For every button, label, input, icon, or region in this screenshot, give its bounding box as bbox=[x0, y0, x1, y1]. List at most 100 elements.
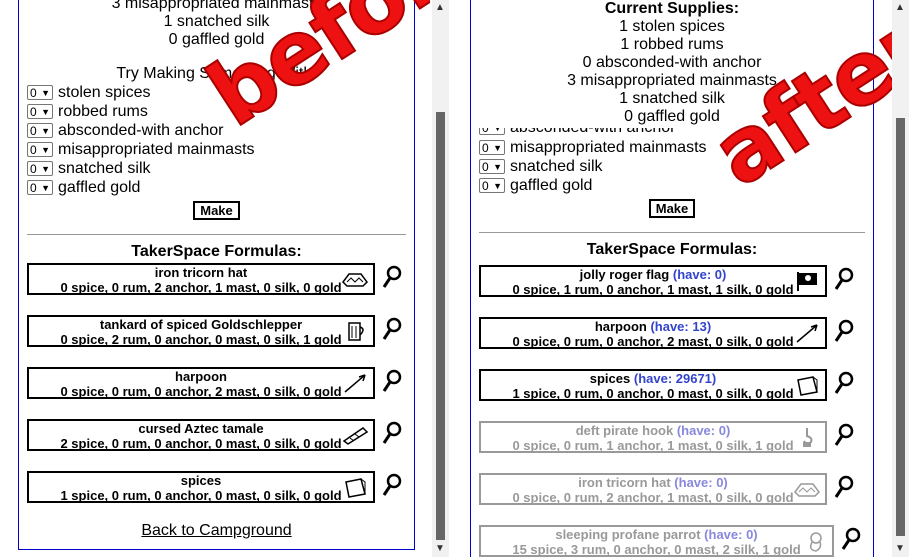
magnifier-icon[interactable] bbox=[834, 371, 854, 395]
ingredient-label: absconded-with anchor bbox=[510, 128, 675, 136]
hat-icon bbox=[794, 483, 820, 497]
quantity-select[interactable]: 0▼ bbox=[479, 140, 505, 155]
ingredient-label: stolen spices bbox=[58, 83, 151, 101]
formula-recipe: 0 spice, 0 rum, 0 anchor, 2 mast, 0 silk… bbox=[60, 384, 342, 399]
ingredient-label: snatched silk bbox=[58, 159, 151, 177]
right-scrollbar[interactable]: ▲ ▼ bbox=[892, 0, 909, 557]
magnifier-icon[interactable] bbox=[382, 369, 402, 393]
quantity-select[interactable]: 0▼ bbox=[27, 85, 53, 100]
ingredient-row: 0 ▼ snatched silk bbox=[479, 157, 873, 176]
formula-recipe: 15 spice, 3 rum, 0 anchor, 0 mast, 2 sil… bbox=[512, 542, 801, 557]
magnifier-icon[interactable] bbox=[834, 475, 854, 499]
make-button[interactable]: Make bbox=[193, 201, 240, 220]
have-count: (have: 13) bbox=[650, 319, 712, 334]
magnifier-icon[interactable] bbox=[834, 267, 854, 291]
try-making-title: Try Making Something With: bbox=[116, 65, 317, 82]
ingredient-list: 0 ▼ stolen spices 0 ▼ robbed rums 0 ▼ absconde… bbox=[27, 83, 414, 197]
magnifier-icon[interactable] bbox=[834, 319, 854, 343]
magnifier-icon[interactable] bbox=[382, 473, 402, 497]
before-panel: 3 misappropriated mainmasts 1 snatched s… bbox=[0, 0, 430, 557]
back-to-campground-link[interactable]: Back to Campground bbox=[141, 522, 291, 539]
supply-line: 1 robbed rums bbox=[620, 36, 724, 53]
have-count: (have: 0) bbox=[672, 267, 727, 282]
formula-card[interactable]: harpoon (have: 13) 0 spice, 0 rum, 0 anc… bbox=[479, 317, 827, 349]
have-count: (have: 0) bbox=[704, 527, 758, 542]
ingredient-label: misappropriated mainmasts bbox=[58, 140, 255, 158]
scrolled-clipped-row: 0▼ absconded-with anchor bbox=[479, 128, 873, 136]
supply-line: 1 snatched silk bbox=[163, 13, 270, 30]
current-supplies-title: Current Supplies: bbox=[604, 0, 740, 17]
formula-name: harpoon bbox=[594, 319, 647, 334]
magnifier-icon[interactable] bbox=[382, 421, 402, 445]
formula-recipe: 0 spice, 0 rum, 1 anchor, 1 mast, 0 silk… bbox=[512, 438, 794, 453]
left-content-frame: 3 misappropriated mainmasts 1 snatched s… bbox=[18, 0, 415, 550]
formula-card-disabled[interactable]: iron tricorn hat (have: 0) 0 spice, 0 ru… bbox=[479, 473, 827, 505]
quantity-select[interactable]: 0▼ bbox=[479, 159, 505, 174]
scroll-down-icon[interactable]: ▼ bbox=[895, 543, 905, 554]
ingredient-label: robbed rums bbox=[58, 102, 148, 120]
chevron-down-icon: ▼ bbox=[41, 163, 50, 174]
quantity-select[interactable]: 0▼ bbox=[479, 178, 505, 193]
formula-card[interactable]: jolly roger flag (have: 0) 0 spice, 1 ru… bbox=[479, 265, 827, 297]
formula-card[interactable]: cursed Aztec tamale 2 spice, 0 rum, 0 an… bbox=[27, 419, 375, 451]
tamale-icon bbox=[342, 427, 369, 445]
left-scrollbar[interactable]: ▲ ▼ bbox=[432, 0, 449, 557]
tankard-icon bbox=[348, 322, 364, 341]
supply-line: 3 misappropriated mainmasts bbox=[567, 72, 777, 89]
spice-bag-icon bbox=[345, 478, 366, 498]
formula-name: iron tricorn hat bbox=[154, 265, 248, 280]
have-count: (have: 29671) bbox=[633, 371, 717, 386]
supply-line: 0 gaffled gold bbox=[168, 31, 265, 48]
scroll-up-icon[interactable]: ▲ bbox=[435, 2, 445, 13]
quantity-select[interactable]: 0▼ bbox=[27, 104, 53, 119]
formula-card-disabled[interactable]: deft pirate hook (have: 0) 0 spice, 0 ru… bbox=[479, 421, 827, 453]
formula-card-disabled[interactable]: sleeping profane parrot (have: 0) 15 spi… bbox=[479, 525, 834, 557]
chevron-down-icon: ▼ bbox=[41, 182, 50, 193]
scroll-thumb[interactable] bbox=[896, 118, 905, 536]
supply-line: 3 misappropriated mainmasts bbox=[111, 0, 322, 12]
magnifier-icon[interactable] bbox=[841, 527, 861, 551]
quantity-select[interactable]: 0▼ bbox=[27, 142, 53, 157]
harpoon-icon bbox=[796, 324, 818, 343]
hat-icon bbox=[342, 273, 368, 287]
formula-card[interactable]: harpoon 0 spice, 0 rum, 0 anchor, 2 mast… bbox=[27, 367, 375, 399]
formula-recipe: 1 spice, 0 rum, 0 anchor, 0 mast, 0 silk… bbox=[512, 386, 794, 401]
scroll-down-icon[interactable]: ▼ bbox=[435, 543, 445, 554]
supply-line: 0 gaffled gold bbox=[624, 108, 720, 125]
quantity-select[interactable]: 0▼ bbox=[27, 161, 53, 176]
parrot-icon bbox=[809, 532, 822, 552]
ingredient-row: 0 ▼ misappropriated mainmasts bbox=[479, 138, 873, 157]
quantity-select[interactable]: 0▼ bbox=[27, 180, 53, 195]
formula-card[interactable]: iron tricorn hat 0 spice, 0 rum, 2 ancho… bbox=[27, 263, 375, 295]
formula-recipe: 0 spice, 0 rum, 2 anchor, 1 mast, 0 silk… bbox=[60, 280, 342, 295]
formula-name: iron tricorn hat bbox=[578, 475, 671, 490]
scroll-up-icon[interactable]: ▲ bbox=[895, 2, 905, 13]
scroll-thumb[interactable] bbox=[436, 112, 445, 540]
formulas-title: TakerSpace Formulas: bbox=[131, 243, 302, 260]
hook-icon bbox=[803, 428, 813, 447]
chevron-down-icon: ▼ bbox=[493, 128, 502, 133]
formula-name: sleeping profane parrot bbox=[555, 527, 701, 542]
ingredient-row: 0 ▼ misappropriated mainmasts bbox=[27, 140, 414, 159]
magnifier-icon[interactable] bbox=[834, 423, 854, 447]
quantity-select[interactable]: 0▼ bbox=[27, 123, 53, 138]
formula-card[interactable]: spices 1 spice, 0 rum, 0 anchor, 0 mast,… bbox=[27, 471, 375, 503]
supply-line: 1 snatched silk bbox=[619, 90, 725, 107]
have-count: (have: 0) bbox=[676, 423, 731, 438]
formula-recipe: 1 spice, 0 rum, 0 anchor, 0 mast, 0 silk… bbox=[60, 488, 342, 503]
ingredient-row: 0 ▼ absconded-with anchor bbox=[27, 121, 414, 140]
make-button[interactable]: Make bbox=[648, 199, 696, 218]
formula-recipe: 0 spice, 0 rum, 0 anchor, 2 mast, 0 silk… bbox=[512, 334, 794, 349]
formula-card[interactable]: tankard of spiced Goldschlepper 0 spice,… bbox=[27, 315, 375, 347]
ingredient-label: absconded-with anchor bbox=[58, 121, 224, 139]
formula-name: deft pirate hook bbox=[575, 423, 674, 438]
formula-card[interactable]: spices (have: 29671) 1 spice, 0 rum, 0 a… bbox=[479, 369, 827, 401]
quantity-select[interactable]: 0▼ bbox=[479, 128, 505, 135]
formula-recipe: 0 spice, 2 rum, 0 anchor, 0 mast, 0 silk… bbox=[60, 332, 342, 347]
magnifier-icon[interactable] bbox=[382, 317, 402, 341]
ingredient-label: misappropriated mainmasts bbox=[510, 138, 707, 156]
ingredient-row: 0 ▼ snatched silk bbox=[27, 159, 414, 178]
chevron-down-icon: ▼ bbox=[41, 144, 50, 155]
magnifier-icon[interactable] bbox=[382, 265, 402, 289]
formula-name: cursed Aztec tamale bbox=[138, 421, 264, 436]
